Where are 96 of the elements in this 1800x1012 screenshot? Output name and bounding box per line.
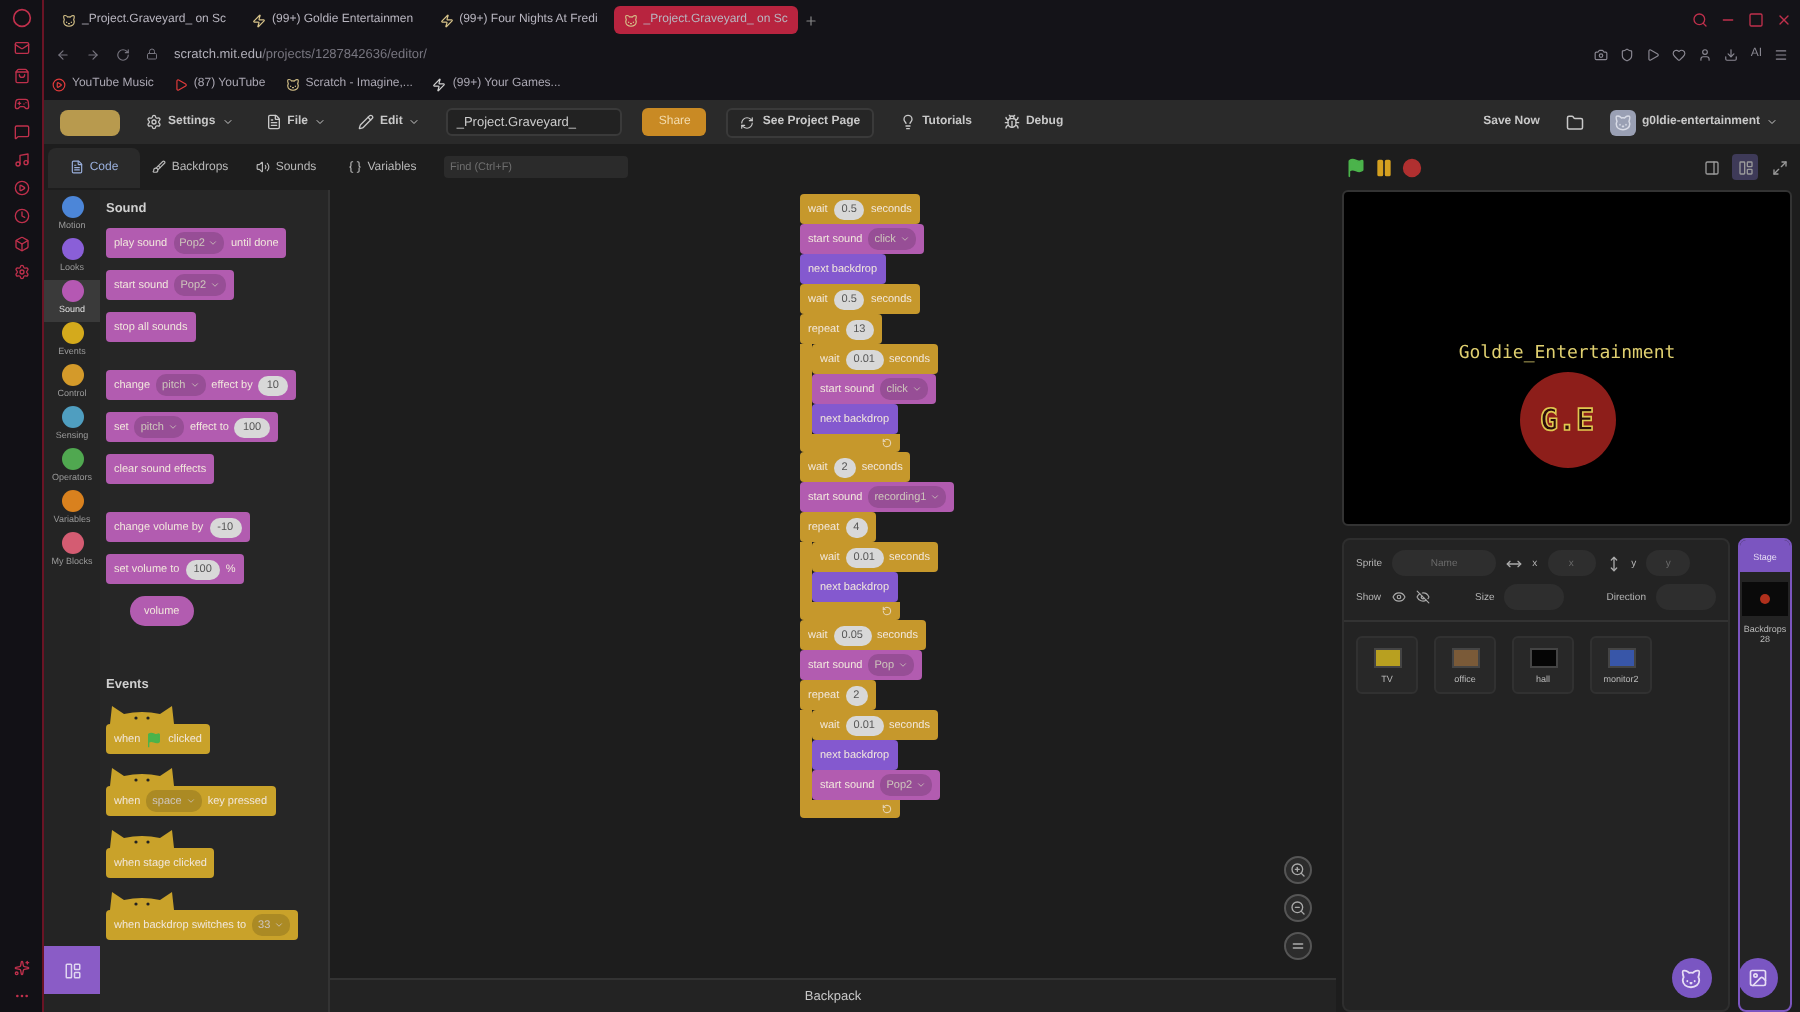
caret-icon <box>210 280 221 290</box>
loop-arrow-icon <box>882 438 892 448</box>
sprite-thumbnail <box>1607 647 1635 667</box>
caret-icon <box>916 780 927 790</box>
browser-logo-icon[interactable] <box>11 8 31 28</box>
new-tab-icon[interactable] <box>803 13 818 27</box>
logo-dot <box>1759 594 1770 604</box>
sprite-thumbnail <box>1373 647 1401 667</box>
shield-icon[interactable] <box>1620 47 1635 61</box>
pencil-icon <box>358 114 375 130</box>
logo-text: G.E <box>1539 402 1595 438</box>
horizontal-arrow-icon <box>1506 555 1523 571</box>
clock-icon[interactable] <box>13 208 29 224</box>
maximize-icon[interactable] <box>1748 12 1764 28</box>
add-sprite-button[interactable] <box>1671 958 1712 998</box>
cat-icon <box>1680 967 1703 989</box>
caret-icon <box>189 380 200 390</box>
arrows-icon <box>740 115 755 129</box>
caret-icon <box>898 660 909 670</box>
menu-icon[interactable] <box>1774 47 1788 61</box>
fullscreen-icon <box>1771 159 1787 175</box>
bolt-icon <box>252 13 267 27</box>
play-icon[interactable] <box>13 180 29 196</box>
search-icon[interactable] <box>1692 12 1708 28</box>
cat-hat-icon <box>106 704 178 724</box>
caret-icon <box>930 492 941 502</box>
settings-icon[interactable] <box>13 264 29 280</box>
bug-icon <box>1003 114 1020 130</box>
music-note-icon[interactable] <box>13 152 29 168</box>
heart-icon[interactable] <box>1672 47 1687 61</box>
gamepad-icon[interactable] <box>13 96 29 112</box>
equals-icon <box>1290 938 1306 954</box>
camera-icon[interactable] <box>1594 47 1609 61</box>
lock-icon <box>146 48 158 60</box>
caret-icon <box>208 238 219 248</box>
stop-icon[interactable] <box>1402 157 1422 177</box>
bolt-icon <box>439 13 454 27</box>
caret-icon <box>1766 116 1778 128</box>
sprite-thumbnail <box>1451 647 1479 667</box>
caret-icon <box>911 384 922 394</box>
braces-icon <box>347 160 362 174</box>
play-icon <box>173 77 188 91</box>
vertical-arrow-icon <box>1605 555 1622 571</box>
image-icon <box>1748 968 1768 988</box>
brush-icon <box>151 160 166 174</box>
caret-icon <box>185 796 196 806</box>
code-icon <box>69 160 84 174</box>
file-icon <box>265 114 282 130</box>
bolt-icon <box>432 77 447 91</box>
zoom-out-icon <box>1290 900 1306 916</box>
sprite-thumbnail <box>1529 647 1557 667</box>
cat-icon <box>62 13 76 27</box>
large-stage-button[interactable] <box>1732 154 1758 180</box>
layout-icon <box>1737 159 1753 175</box>
caret-icon <box>314 116 327 128</box>
loop-arrow-icon <box>882 606 892 616</box>
chat-icon[interactable] <box>13 124 29 140</box>
cat-hat-icon <box>106 890 178 910</box>
mail-icon[interactable] <box>13 40 29 56</box>
add-extension-button[interactable] <box>44 946 100 994</box>
user-icon[interactable] <box>1698 47 1713 61</box>
bag-icon[interactable] <box>13 68 29 84</box>
pause-icon[interactable] <box>1374 157 1394 177</box>
cat-hat-icon <box>106 766 178 786</box>
extension-icon <box>63 961 81 979</box>
caret-icon <box>899 234 910 244</box>
sparkle-icon[interactable] <box>13 960 29 976</box>
cube-icon[interactable] <box>13 236 29 252</box>
play-icon[interactable] <box>1646 47 1661 61</box>
folder-icon[interactable] <box>1565 113 1584 131</box>
back-icon[interactable] <box>56 47 70 61</box>
lightbulb-icon <box>900 114 917 130</box>
cat-icon <box>285 77 300 91</box>
zoom-in-icon <box>1290 862 1306 878</box>
cat-hat-icon <box>106 828 178 848</box>
panel-icon <box>1703 159 1719 175</box>
eye-off-icon[interactable] <box>1415 590 1430 604</box>
caret-icon <box>167 422 178 432</box>
loop-arrow-icon <box>882 804 892 814</box>
download-icon[interactable] <box>1724 47 1739 61</box>
close-icon[interactable] <box>1776 12 1792 28</box>
flag-icon[interactable] <box>1346 157 1366 177</box>
eye-icon[interactable] <box>1391 590 1406 604</box>
cat-icon <box>623 13 638 27</box>
reset-zoom-button[interactable] <box>1284 932 1312 960</box>
caret-icon <box>408 116 421 128</box>
forward-icon[interactable] <box>86 47 100 61</box>
stage-title: Goldie_Entertainment <box>1458 344 1676 364</box>
zoom-in-button[interactable] <box>1284 856 1312 884</box>
add-backdrop-button[interactable] <box>1739 958 1778 998</box>
gear-icon <box>146 114 162 130</box>
reload-icon[interactable] <box>116 47 130 61</box>
speaker-icon <box>255 160 270 174</box>
zoom-out-button[interactable] <box>1284 894 1312 922</box>
caret-icon <box>274 920 285 930</box>
caret-icon <box>221 116 234 128</box>
